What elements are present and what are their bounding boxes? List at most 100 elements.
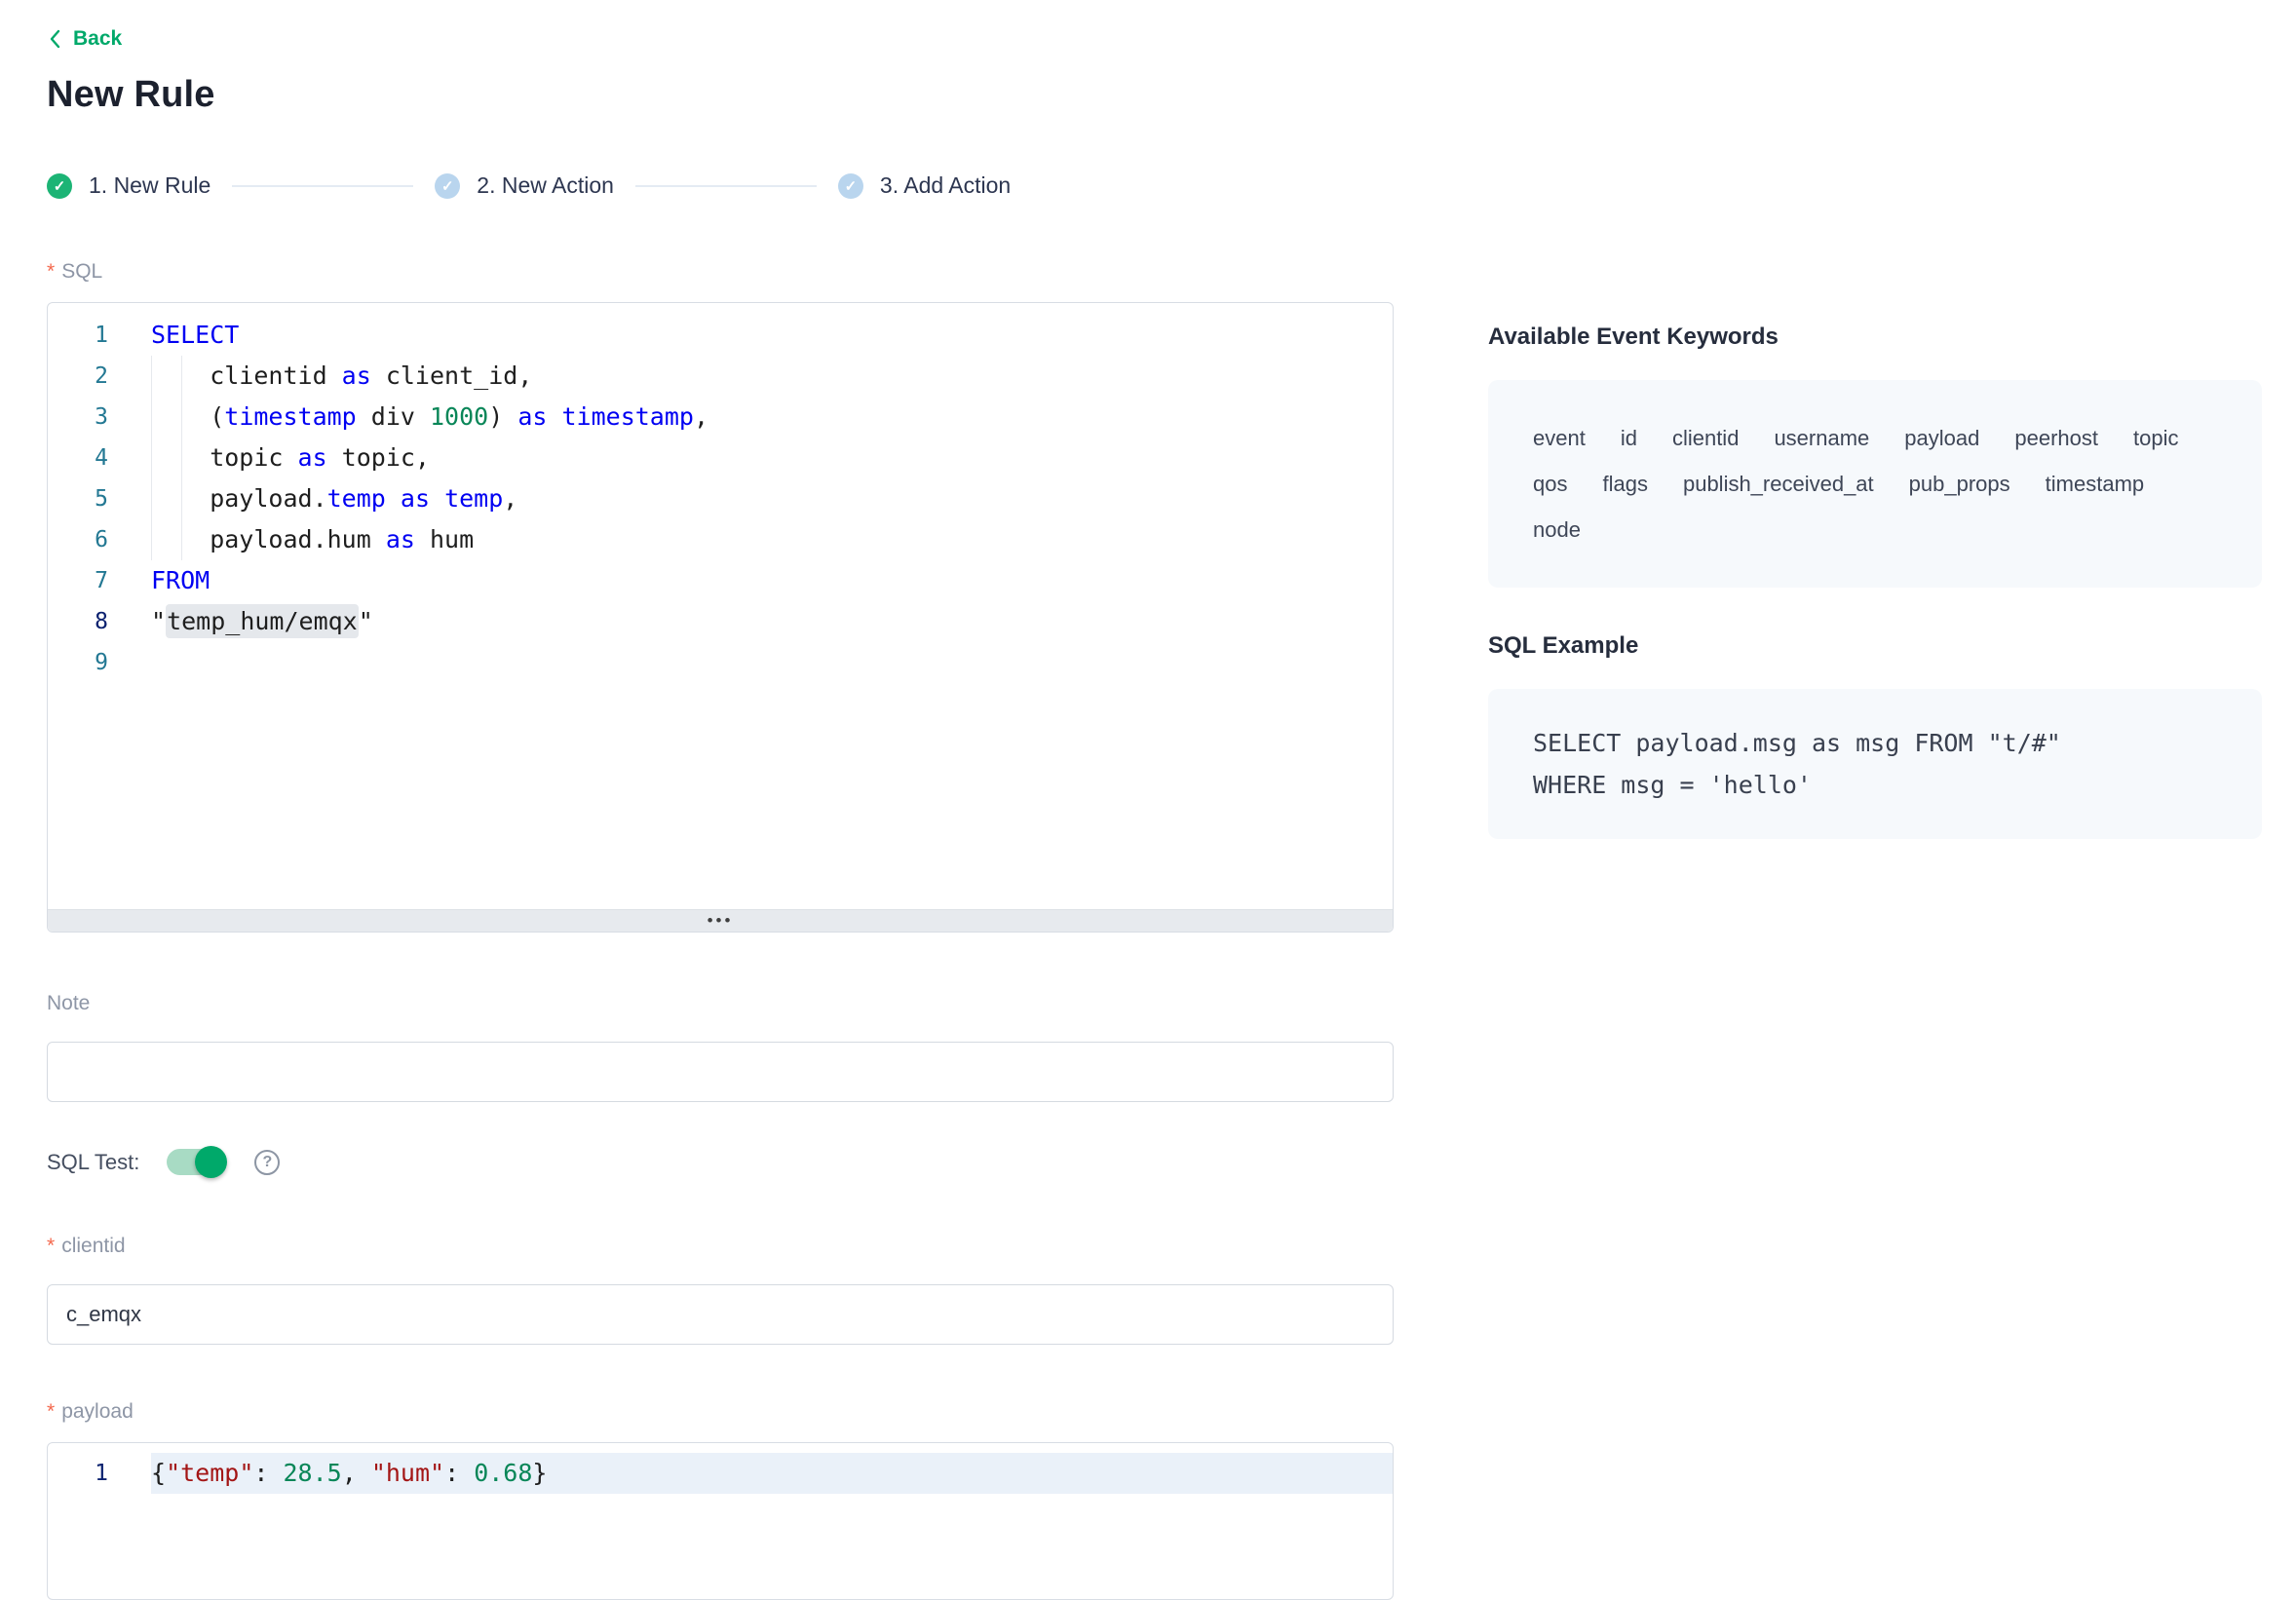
sql-test-toggle[interactable] — [167, 1149, 225, 1175]
code-token: "hum" — [371, 1459, 444, 1487]
code-token: : — [253, 1459, 283, 1487]
line-number: 6 — [48, 519, 108, 560]
code-token: FROM — [151, 566, 210, 594]
sql-test-row: SQL Test: ? — [47, 1149, 1394, 1175]
clientid-field-label: *clientid — [47, 1234, 1394, 1259]
code-token: 0.68 — [474, 1459, 532, 1487]
line-number: 2 — [48, 356, 108, 397]
note-field-label: Note — [47, 991, 1394, 1016]
keyword-item: timestamp — [2046, 461, 2144, 507]
keywords-title: Available Event Keywords — [1488, 324, 2262, 351]
code-token: ) — [488, 402, 517, 431]
line-number: 8 — [48, 601, 108, 642]
line-number: 9 — [48, 642, 108, 683]
keyword-item: qos — [1533, 461, 1567, 507]
code-token: temp_hum/emqx — [166, 604, 359, 638]
code-token: temp — [444, 484, 503, 513]
rule-form: *SQL 1SELECT2 clientid as client_id,3 (t… — [47, 259, 1394, 1600]
help-icon[interactable]: ? — [254, 1150, 280, 1175]
code-token: client_id, — [371, 362, 533, 390]
code-line: 9 — [48, 642, 1393, 683]
keyword-item: publish_received_at — [1683, 461, 1874, 507]
code-line: 2 clientid as client_id, — [48, 356, 1393, 397]
code-token: topic, — [327, 443, 430, 472]
keyword-item: flags — [1602, 461, 1647, 507]
keyword-item: id — [1621, 415, 1637, 461]
step-check-icon: ✓ — [838, 173, 863, 199]
code-content: FROM — [151, 560, 1393, 601]
code-line: 6 payload.hum as hum — [48, 519, 1393, 560]
step-label: 3. Add Action — [880, 172, 1011, 199]
code-line: 3 (timestamp div 1000) as timestamp, — [48, 397, 1393, 438]
code-token: , — [694, 402, 708, 431]
line-number: 7 — [48, 560, 108, 601]
note-input[interactable] — [47, 1042, 1394, 1102]
code-line: 8 "temp_hum/emqx" — [48, 601, 1393, 642]
toggle-knob — [195, 1146, 227, 1178]
sql-label-text: SQL — [61, 260, 102, 283]
sql-example-title: SQL Example — [1488, 632, 2262, 660]
code-token: topic — [151, 443, 298, 472]
line-number: 5 — [48, 478, 108, 519]
line-number: 4 — [48, 438, 108, 478]
clientid-input[interactable] — [47, 1284, 1394, 1345]
keywords-box: eventidclientidusernamepayloadpeerhostto… — [1488, 380, 2262, 588]
sql-example-line: WHERE msg = 'hello' — [1533, 764, 2217, 806]
back-link[interactable]: Back — [47, 27, 122, 51]
code-content: clientid as client_id, — [151, 356, 1393, 397]
line-number: 3 — [48, 397, 108, 438]
keyword-item: node — [1533, 507, 1581, 552]
code-content: topic as topic, — [151, 438, 1393, 478]
code-token: payload. — [151, 484, 327, 513]
code-token: ( — [151, 402, 224, 431]
code-token: timestamp — [562, 402, 694, 431]
required-asterisk: * — [47, 1400, 55, 1423]
stepper-step-3[interactable]: ✓ 3. Add Action — [838, 172, 1011, 199]
payload-editor: 1{"temp": 28.5, "hum": 0.68} — [47, 1442, 1394, 1600]
keyword-item: payload — [1904, 415, 1979, 461]
sql-editor-body[interactable]: 1SELECT2 clientid as client_id,3 (timest… — [48, 303, 1393, 909]
code-token: timestamp — [224, 402, 356, 431]
keyword-item: topic — [2133, 415, 2178, 461]
sql-example-box: SELECT payload.msg as msg FROM "t/#"WHER… — [1488, 689, 2262, 839]
step-check-icon: ✓ — [435, 173, 460, 199]
page-title: New Rule — [47, 74, 2261, 116]
stepper-step-1[interactable]: ✓1. New Rule — [47, 172, 210, 199]
content: *SQL 1SELECT2 clientid as client_id,3 (t… — [47, 259, 2261, 1600]
code-content: "temp_hum/emqx" — [151, 601, 1393, 642]
sql-editor: 1SELECT2 clientid as client_id,3 (timest… — [47, 302, 1394, 933]
code-line: 7 FROM — [48, 560, 1393, 601]
step-label: 1. New Rule — [89, 172, 210, 199]
code-token: } — [532, 1459, 547, 1487]
code-token — [547, 402, 561, 431]
code-content: payload.hum as hum — [151, 519, 1393, 560]
keyword-item: event — [1533, 415, 1586, 461]
payload-editor-body[interactable]: 1{"temp": 28.5, "hum": 0.68} — [48, 1443, 1393, 1599]
code-content: SELECT — [151, 315, 1393, 356]
payload-label-text: payload — [61, 1400, 134, 1423]
code-token: : — [444, 1459, 474, 1487]
code-token: SELECT — [151, 321, 239, 349]
back-label: Back — [73, 27, 122, 51]
code-token: hum — [415, 525, 474, 553]
sql-editor-resize-handle[interactable]: ••• — [48, 909, 1393, 932]
code-token: clientid — [151, 362, 342, 390]
code-token — [386, 484, 401, 513]
sql-test-label: SQL Test: — [47, 1150, 139, 1175]
line-number: 1 — [48, 315, 108, 356]
code-token: as — [386, 525, 415, 553]
step-label: 2. New Action — [477, 172, 614, 199]
step-connector — [232, 185, 413, 187]
help-glyph: ? — [263, 1154, 273, 1171]
code-token: as — [401, 484, 430, 513]
stepper-step-2[interactable]: ✓ 2. New Action — [435, 172, 614, 199]
code-token: as — [298, 443, 327, 472]
code-token: " — [359, 607, 373, 635]
payload-field-label: * payload — [47, 1399, 1394, 1425]
code-token: 28.5 — [283, 1459, 341, 1487]
code-token: , — [342, 1459, 371, 1487]
code-content: (timestamp div 1000) as timestamp, — [151, 397, 1393, 438]
code-token: temp — [327, 484, 386, 513]
code-content: payload.temp as temp, — [151, 478, 1393, 519]
code-token: " — [151, 607, 166, 635]
